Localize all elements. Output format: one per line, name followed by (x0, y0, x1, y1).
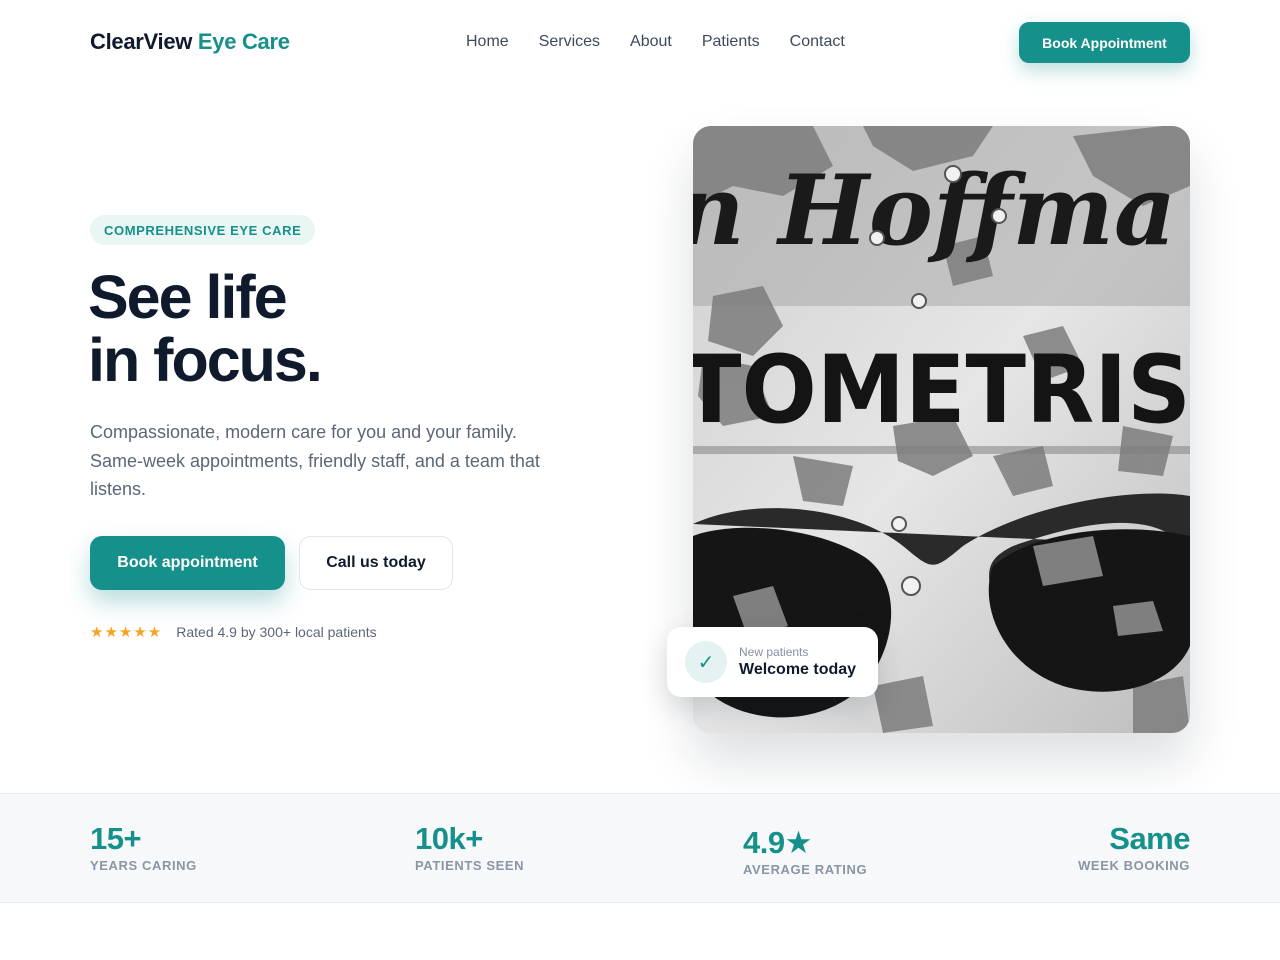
sign-script-text: n Hoffma (693, 154, 1176, 267)
welcome-card-label: New patients (739, 645, 809, 659)
stat-value: 10k+ (415, 821, 483, 856)
nav-link-home[interactable]: Home (466, 33, 509, 51)
hero-description: Compassionate, modern care for you and y… (90, 422, 540, 499)
stat-label: AVERAGE RATING (743, 862, 868, 877)
hero-headline: See life in focus. (88, 263, 323, 394)
stat-rating: 4.9★ AVERAGE RATING (743, 825, 868, 878)
stat-value: Same (1109, 821, 1190, 856)
stat-years: 15+ YEARS CARING (90, 821, 197, 874)
hero-eyebrow-badge: COMPREHENSIVE EYE CARE (90, 215, 316, 245)
brand-name-primary: ClearView (90, 29, 193, 54)
nav-link-patients[interactable]: Patients (702, 33, 760, 51)
welcome-card-title: Welcome today (739, 661, 857, 678)
stat-booking: Same WEEK BOOKING (1078, 821, 1190, 874)
book-appointment-button[interactable]: Book appointment (90, 536, 285, 590)
book-appointment-nav-button[interactable]: Book Appointment (1019, 22, 1190, 63)
stat-label: WEEK BOOKING (1078, 858, 1190, 873)
top-navigation: ClearView Eye Care Home Services About P… (0, 0, 1280, 86)
nav-link-services[interactable]: Services (539, 33, 600, 51)
hero-headline-line2: in focus. (88, 326, 323, 394)
stats-band: 15+ YEARS CARING 10k+ PATIENTS SEEN 4.9★… (0, 793, 1280, 903)
brand-name-accent: Eye Care (197, 29, 290, 54)
nav-link-about[interactable]: About (630, 33, 672, 51)
stat-label: PATIENTS SEEN (415, 858, 525, 873)
stat-value: 15+ (90, 821, 142, 856)
sign-block-text: TOMETRIS (693, 336, 1190, 445)
rating-stars-icon: ★★★★★ (90, 624, 163, 641)
rating-text: Rated 4.9 by 300+ local patients (176, 624, 377, 640)
check-icon: ✓ (685, 641, 727, 683)
stat-patients: 10k+ PATIENTS SEEN (415, 821, 525, 874)
new-patients-welcome-card: ✓ New patients Welcome today (667, 627, 878, 697)
nav-link-contact[interactable]: Contact (790, 33, 845, 51)
brand-logo[interactable]: ClearView Eye Care (90, 29, 290, 55)
stat-value: 4.9★ (743, 825, 812, 860)
call-us-button[interactable]: Call us today (299, 536, 453, 590)
rating-summary: ★★★★★ Rated 4.9 by 300+ local patients (90, 623, 377, 641)
nav-links: Home Services About Patients Contact (466, 33, 845, 51)
hero-headline-line1: See life (88, 263, 288, 331)
stat-label: YEARS CARING (90, 858, 197, 873)
